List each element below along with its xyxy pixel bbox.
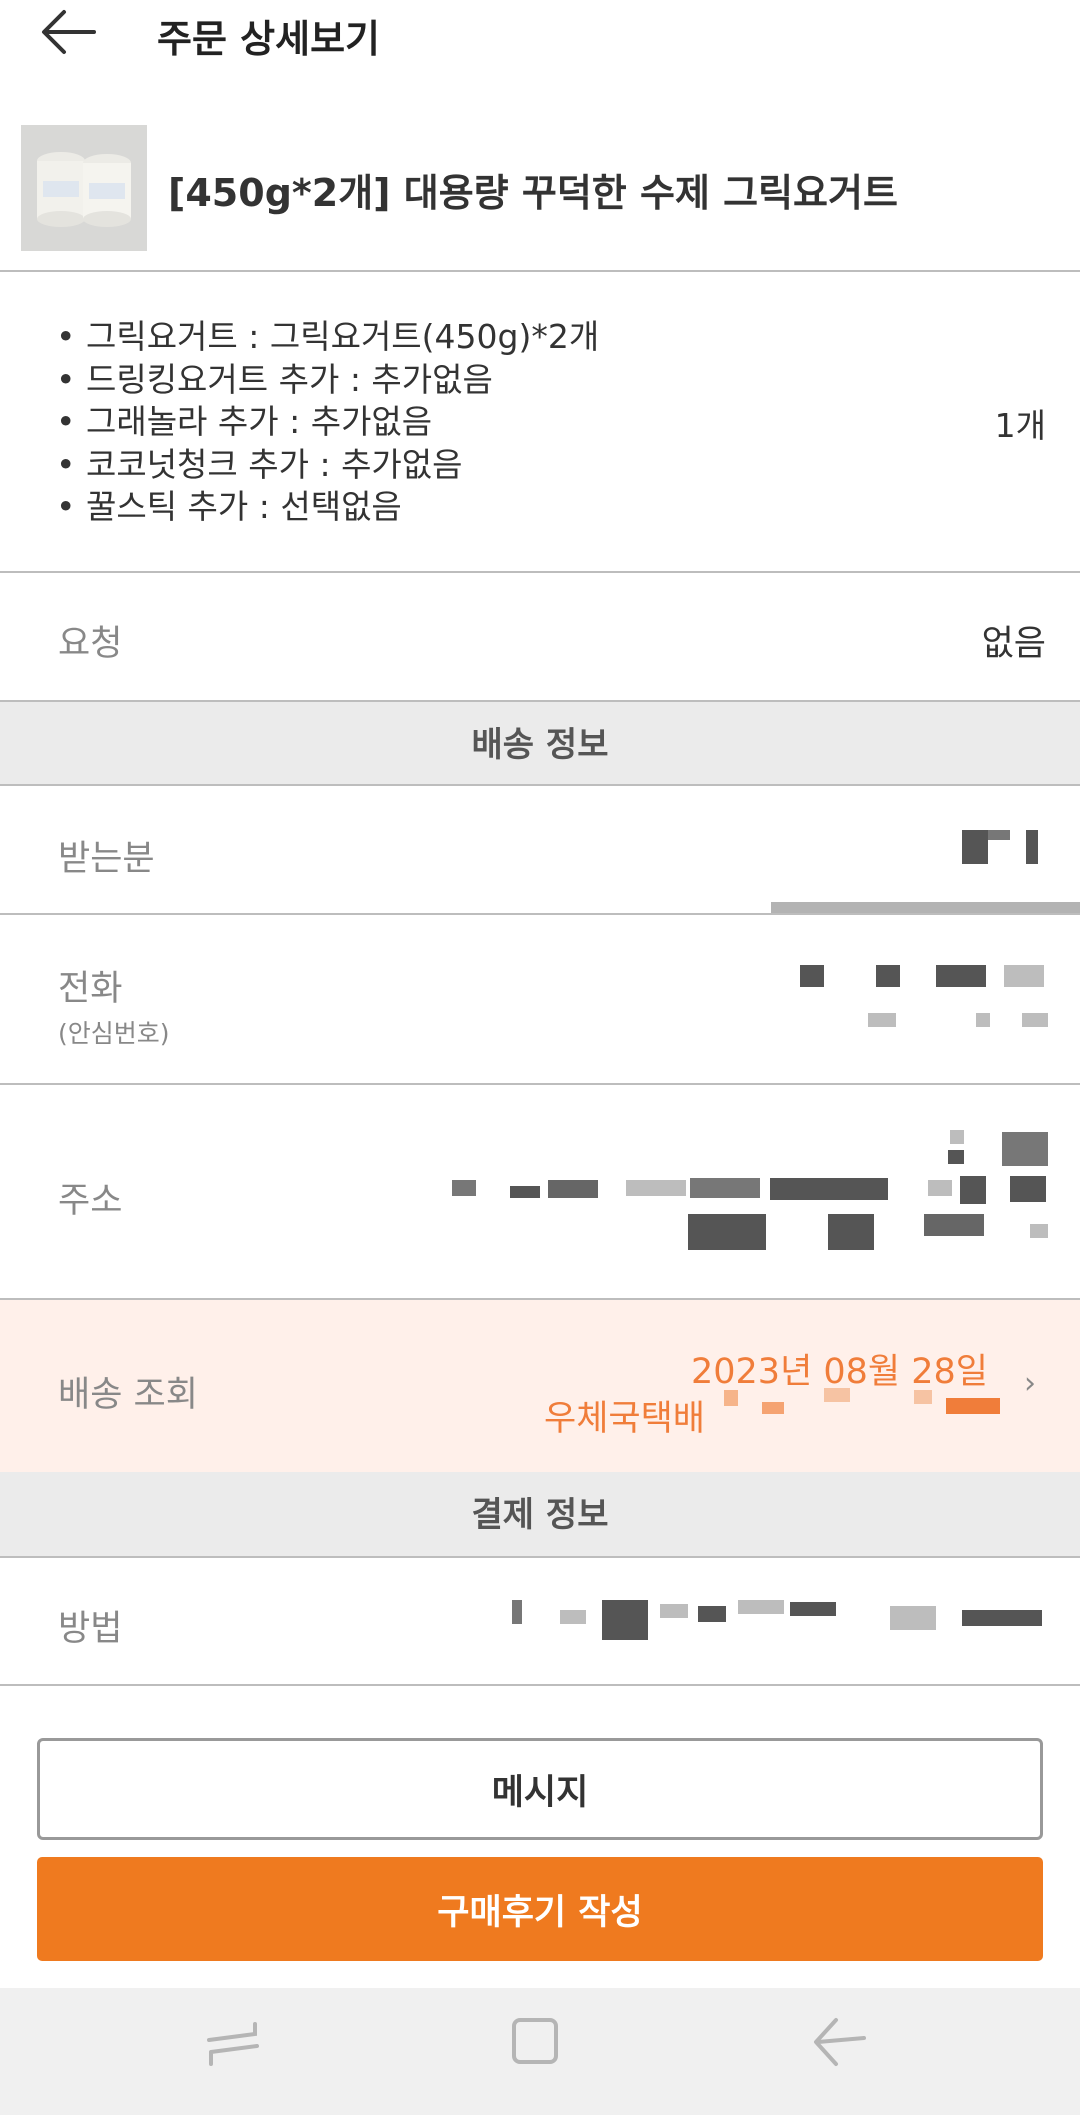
product-row[interactable]: [450g*2개] 대용량 꾸덕한 수제 그릭요거트 [0, 110, 1080, 270]
recipient-label: 받는분 [58, 839, 155, 879]
quantity-value: 1개 [994, 406, 1046, 445]
divider [0, 1684, 1080, 1686]
order-detail-screen: 주문 상세보기 [450g*2개] 대용량 꾸덕한 수제 그릭요거트 그릭요거트… [0, 0, 1080, 2115]
back-arrow-icon [814, 2018, 866, 2066]
divider [0, 1083, 1080, 1085]
request-value: 없음 [981, 624, 1046, 664]
option-item: 꿀스틱 추가 : 선택없음 [56, 486, 956, 529]
option-item: 그릭요거트 : 그릭요거트(450g)*2개 [56, 316, 956, 359]
divider [0, 270, 1080, 272]
product-name: [450g*2개] 대용량 꾸덕한 수제 그릭요거트 [168, 171, 898, 215]
divider [0, 571, 1080, 573]
shipping-section-header: 배송 정보 [0, 700, 1080, 786]
arrow-left-icon [42, 10, 96, 54]
product-thumbnail [21, 125, 147, 251]
payment-method-label: 방법 [58, 1609, 123, 1649]
tracking-label: 배송 조회 [58, 1375, 198, 1415]
address-label: 주소 [58, 1181, 123, 1221]
home-button[interactable] [496, 2008, 576, 2078]
app-header: 주문 상세보기 [0, 0, 1080, 72]
option-list: 그릭요거트 : 그릭요거트(450g)*2개 드링킹요거트 추가 : 추가없음 … [56, 316, 956, 529]
tracking-carrier: 우체국택배 [544, 1399, 706, 1439]
message-button[interactable]: 메시지 [37, 1738, 1043, 1840]
back-button[interactable] [36, 4, 106, 60]
phone-label: 전화 [58, 969, 123, 1009]
page-title: 주문 상세보기 [157, 17, 380, 61]
divider [0, 913, 1080, 915]
payment-section-header: 결제 정보 [0, 1472, 1080, 1558]
option-item: 드링킹요거트 추가 : 추가없음 [56, 359, 956, 402]
request-label: 요청 [58, 624, 123, 664]
option-item: 코코넛청크 추가 : 추가없음 [56, 444, 956, 487]
system-nav-bar [0, 1988, 1080, 2115]
tracking-row[interactable]: 배송 조회 2023년 08월 28일 우체국택배 › [0, 1300, 1080, 1472]
home-icon [512, 2018, 558, 2064]
option-item: 그래놀라 추가 : 추가없음 [56, 401, 956, 444]
tracking-date: 2023년 08월 28일 [691, 1352, 988, 1392]
recent-apps-button[interactable] [193, 2008, 273, 2078]
chevron-right-icon: › [1024, 1366, 1036, 1401]
recent-apps-icon [207, 2022, 259, 2066]
system-back-button[interactable] [800, 2008, 880, 2078]
write-review-button[interactable]: 구매후기 작성 [37, 1857, 1043, 1961]
phone-sublabel: (안심번호) [58, 1019, 170, 1048]
